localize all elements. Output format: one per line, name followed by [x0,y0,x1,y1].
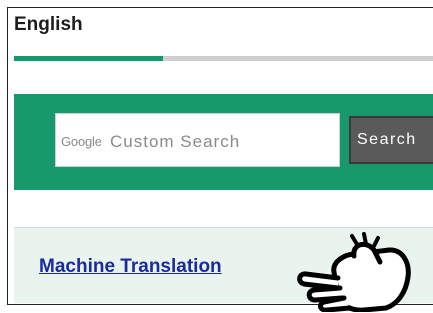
google-brand-label: Google [61,134,102,149]
search-placeholder: Custom Search [110,132,241,151]
progress-bar-fill [14,56,164,61]
search-panel: Google Custom Search Search [14,94,433,190]
progress-bar [14,56,433,61]
pointing-hand-icon [297,232,411,312]
page-title: English [14,14,83,35]
machine-translation-link[interactable]: Machine Translation [39,256,222,278]
search-input[interactable]: Google Custom Search [55,113,340,167]
search-button[interactable]: Search [349,116,433,164]
